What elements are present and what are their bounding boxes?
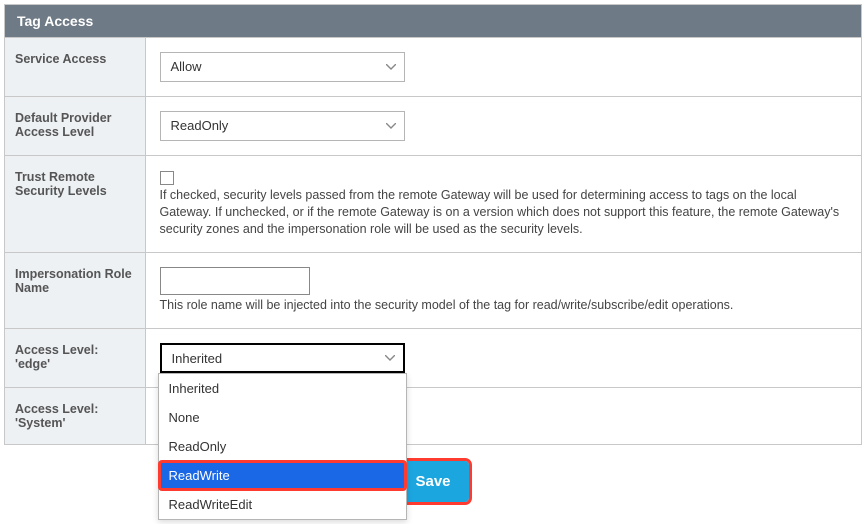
row-trust-remote: Trust Remote Security Levels If checked,… xyxy=(5,156,861,253)
tag-access-panel: Tag Access Service Access Allow Default … xyxy=(4,4,862,445)
chevron-down-icon xyxy=(378,112,404,140)
trust-remote-help: If checked, security levels passed from … xyxy=(160,187,848,238)
save-button-container: Save xyxy=(0,449,866,520)
label-access-system: Access Level: 'System' xyxy=(5,387,145,444)
label-impersonation: Impersonation Role Name xyxy=(5,252,145,328)
dropdown-option-none[interactable]: None xyxy=(159,403,406,432)
service-access-value: Allow xyxy=(171,59,202,74)
service-access-select[interactable]: Allow xyxy=(160,52,405,82)
default-provider-value: ReadOnly xyxy=(171,118,229,133)
label-default-provider: Default Provider Access Level xyxy=(5,97,145,156)
dropdown-option-readwriteedit[interactable]: ReadWriteEdit xyxy=(159,490,406,519)
label-service-access: Service Access xyxy=(5,38,145,97)
row-access-system: Access Level: 'System' xyxy=(5,387,861,444)
row-access-edge: Access Level: 'edge' Inherited Inherited… xyxy=(5,328,861,387)
settings-table: Service Access Allow Default Provider Ac… xyxy=(5,37,861,444)
row-service-access: Service Access Allow xyxy=(5,38,861,97)
access-edge-value: Inherited xyxy=(172,351,223,366)
access-edge-dropdown: Inherited None ReadOnly ReadWrite ReadWr… xyxy=(158,373,407,520)
impersonation-help: This role name will be injected into the… xyxy=(160,297,848,314)
label-trust-remote: Trust Remote Security Levels xyxy=(5,156,145,253)
panel-title: Tag Access xyxy=(5,5,861,37)
dropdown-option-readwrite[interactable]: ReadWrite xyxy=(159,461,406,490)
save-button[interactable]: Save xyxy=(397,461,468,502)
chevron-down-icon xyxy=(378,53,404,81)
default-provider-select[interactable]: ReadOnly xyxy=(160,111,405,141)
dropdown-option-inherited[interactable]: Inherited xyxy=(159,374,406,403)
chevron-down-icon xyxy=(377,345,403,371)
row-impersonation: Impersonation Role Name This role name w… xyxy=(5,252,861,328)
trust-remote-checkbox[interactable] xyxy=(160,171,174,185)
row-default-provider: Default Provider Access Level ReadOnly xyxy=(5,97,861,156)
impersonation-input[interactable] xyxy=(160,267,310,295)
label-access-edge: Access Level: 'edge' xyxy=(5,328,145,387)
dropdown-option-readonly[interactable]: ReadOnly xyxy=(159,432,406,461)
access-edge-select[interactable]: Inherited Inherited None ReadOnly ReadWr… xyxy=(160,343,405,373)
